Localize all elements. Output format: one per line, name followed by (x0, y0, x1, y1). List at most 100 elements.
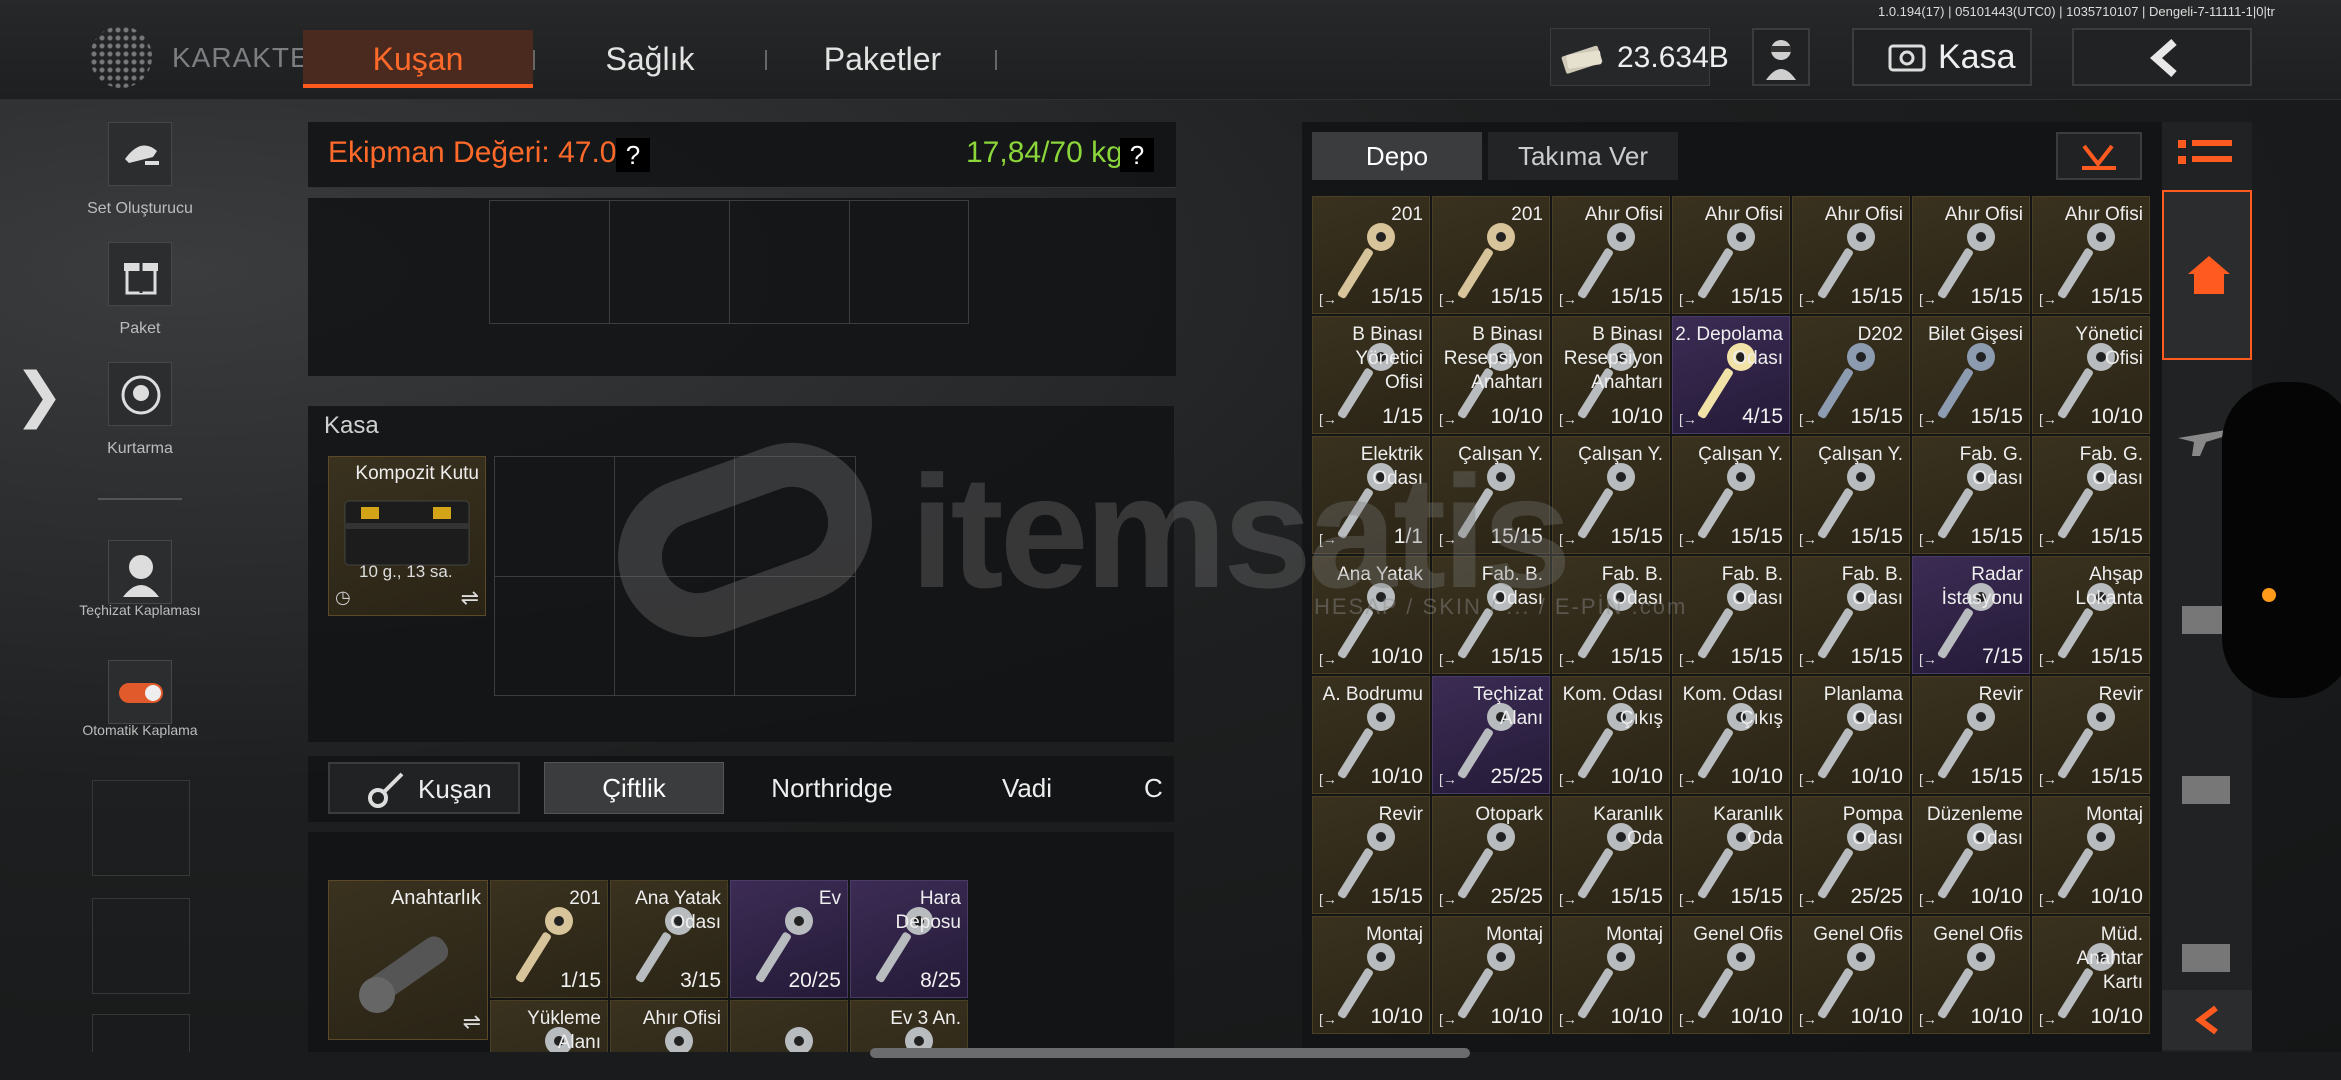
depot-key-item[interactable]: Genel Ofis 10/10 [→ (1792, 916, 1910, 1034)
depot-key-item[interactable]: Montaj 10/10 [→ (1432, 916, 1550, 1034)
floating-widget[interactable] (2222, 382, 2341, 698)
item-count: 15/15 (1370, 885, 1423, 908)
keyring-key-item[interactable]: 201 1/15 (490, 880, 608, 998)
set-builder-button[interactable] (108, 122, 172, 186)
depot-key-item[interactable]: Revir 15/15 [→ (2032, 676, 2150, 794)
depot-key-item[interactable]: Ahır Ofisi 15/15 [→ (1552, 196, 1670, 314)
rescue-button[interactable] (108, 362, 172, 426)
depot-key-item[interactable]: 2. Depolama Odası 4/15 [→ (1672, 316, 1790, 434)
item-name: Karanlık Oda (1593, 804, 1663, 849)
depot-key-item[interactable]: D202 15/15 [→ (1792, 316, 1910, 434)
depot-key-item[interactable]: Teçhizat Alanı 25/25 [→ (1432, 676, 1550, 794)
transfer-icon: [→ (1799, 291, 1817, 307)
depot-key-item[interactable]: Genel Ofis 10/10 [→ (1672, 916, 1790, 1034)
item-count: 15/15 (1490, 645, 1543, 668)
keyring-key-item[interactable]: Ahır Ofisi (610, 1000, 728, 1052)
depot-key-item[interactable]: B Binası Yönetici Ofisi 1/15 [→ (1312, 316, 1430, 434)
item-count: 10/10 (2090, 1005, 2143, 1028)
depot-key-item[interactable]: Fab. G. Odası 15/15 [→ (1912, 436, 2030, 554)
depot-key-item[interactable]: Bilet Gişesi 15/15 [→ (1912, 316, 2030, 434)
sort-button[interactable] (2056, 132, 2142, 180)
depot-key-item[interactable]: A. Bodrumu 10/10 [→ (1312, 676, 1430, 794)
depot-key-item[interactable]: Ahır Ofisi 15/15 [→ (1672, 196, 1790, 314)
operator-icon (1766, 40, 1796, 80)
tab-saglik[interactable]: Sağlık (545, 30, 755, 88)
depot-key-item[interactable]: Planlama Odası 10/10 [→ (1792, 676, 1910, 794)
keyring-key-item[interactable]: Ev 20/25 (730, 880, 848, 998)
back-button[interactable] (2072, 28, 2252, 86)
depot-key-item[interactable]: Karanlık Oda 15/15 [→ (1672, 796, 1790, 914)
filter-list-icon[interactable] (2176, 134, 2236, 174)
depot-key-item[interactable]: Düzenleme Odası 10/10 [→ (1912, 796, 2030, 914)
keyring-key-item[interactable]: Yükleme Alanı (490, 1000, 608, 1052)
tab-paketler[interactable]: Paketler (775, 30, 990, 88)
kompozit-kutu-item[interactable]: Kompozit Kutu 10 g., 13 sa. ◷ ⇌ (328, 456, 486, 616)
depot-key-item[interactable]: Müd. Anahtar Kartı 10/10 [→ (2032, 916, 2150, 1034)
depot-key-item[interactable]: 201 15/15 [→ (1312, 196, 1430, 314)
tab-northridge[interactable]: Northridge (732, 762, 932, 814)
keyring-key-item[interactable]: Ev 3 An.(25/5) (850, 1000, 968, 1052)
depot-key-item[interactable]: B Binası Resepsiyon Anahtarı 10/10 [→ (1552, 316, 1670, 434)
depot-key-item[interactable]: B Binası Resepsiyon Anahtarı 10/10 [→ (1432, 316, 1550, 434)
currency-display[interactable]: 23.634B (1550, 28, 1729, 86)
depot-key-item[interactable]: Kom. Odası Çıkış 10/10 [→ (1672, 676, 1790, 794)
depot-key-item[interactable]: Fab. B. Odası 15/15 [→ (1792, 556, 1910, 674)
tab-takima-ver[interactable]: Takıma Ver (1488, 132, 1678, 180)
kasa-button[interactable]: Kasa (1852, 28, 2032, 86)
transfer-icon: [→ (1319, 891, 1337, 907)
keyring-key-item[interactable] (730, 1000, 848, 1052)
crate-filter-icon[interactable] (2176, 936, 2236, 976)
keyring-item[interactable]: Anahtarlık ⇌ (328, 880, 488, 1040)
expand-chevron-icon[interactable]: ❯ (14, 360, 64, 430)
keyring-title: Anahtarlık (390, 887, 481, 909)
item-name: 201 (569, 888, 601, 909)
empty-slot[interactable] (92, 780, 190, 876)
depot-key-item[interactable]: Ahır Ofisi 15/15 [→ (1912, 196, 2030, 314)
depot-key-item[interactable]: Ahır Ofisi 15/15 [→ (2032, 196, 2150, 314)
keyring-key-item[interactable]: Ana Yatak Odası 3/15 (610, 880, 728, 998)
depot-key-item[interactable]: Montaj 10/10 [→ (1552, 916, 1670, 1034)
depot-key-item[interactable]: Çalışan Y. 15/15 [→ (1552, 436, 1670, 554)
depot-key-item[interactable]: Fab. G. Odası 15/15 [→ (2032, 436, 2150, 554)
item-count: 10/10 (1850, 765, 1903, 788)
package-button[interactable] (108, 242, 172, 306)
depot-key-item[interactable]: Radar İstasyonu 7/15 [→ (1912, 556, 2030, 674)
depot-key-item[interactable]: Genel Ofis 10/10 [→ (1912, 916, 2030, 1034)
operator-button[interactable] (1752, 28, 1810, 86)
help-icon[interactable]: ? (616, 138, 650, 172)
depot-key-item[interactable]: Montaj 10/10 [→ (2032, 796, 2150, 914)
tab-kusan[interactable]: Kuşan (303, 30, 533, 88)
swap-icon[interactable]: ⇌ (463, 1009, 481, 1035)
empty-slot[interactable] (92, 898, 190, 994)
depot-key-item[interactable]: Kom. Odası Çıkış 10/10 [→ (1552, 676, 1670, 794)
tab-depo[interactable]: Depo (1312, 132, 1482, 180)
filter-home-button[interactable] (2162, 190, 2252, 360)
depot-key-item[interactable]: Revir 15/15 [→ (1912, 676, 2030, 794)
depot-key-item[interactable]: Ahşap Lokanta 15/15 [→ (2032, 556, 2150, 674)
depot-key-item[interactable]: Yönetici Ofisi 10/10 [→ (2032, 316, 2150, 434)
tab-c[interactable]: C (1144, 762, 1174, 814)
depot-key-item[interactable]: Otopark 25/25 [→ (1432, 796, 1550, 914)
depot-key-item[interactable]: 201 15/15 [→ (1432, 196, 1550, 314)
crate-filter-icon[interactable] (2176, 768, 2236, 808)
help-icon[interactable]: ? (1120, 138, 1154, 172)
tab-vadi[interactable]: Vadi (932, 762, 1122, 814)
tab-ciftlik[interactable]: Çiftlik (544, 762, 724, 814)
depot-key-item[interactable]: Montaj 10/10 [→ (1312, 916, 1430, 1034)
depot-key-item[interactable]: Fab. B. Odası 15/15 [→ (1672, 556, 1790, 674)
depot-key-item[interactable]: Çalışan Y. 15/15 [→ (1672, 436, 1790, 554)
depot-key-item[interactable]: Revir 15/15 [→ (1312, 796, 1430, 914)
depot-key-item[interactable]: Karanlık Oda 15/15 [→ (1552, 796, 1670, 914)
depot-key-item[interactable]: Çalışan Y. 15/15 [→ (1792, 436, 1910, 554)
item-name: Ahır Ofisi (1944, 204, 2023, 225)
gear-skin-button[interactable] (108, 540, 172, 604)
equip-key-button[interactable]: Kuşan (328, 762, 520, 814)
keyring-key-item[interactable]: Hara Deposu 8/25 (850, 880, 968, 998)
swap-icon[interactable]: ⇌ (461, 585, 479, 611)
transfer-icon: [→ (2039, 291, 2057, 307)
depot-key-item[interactable]: Ahır Ofisi 15/15 [→ (1792, 196, 1910, 314)
auto-skin-toggle[interactable] (108, 660, 172, 724)
scrollbar-handle[interactable] (870, 1048, 1470, 1058)
depot-key-item[interactable]: Pompa Odası 25/25 [→ (1792, 796, 1910, 914)
collapse-button[interactable] (2162, 990, 2252, 1050)
